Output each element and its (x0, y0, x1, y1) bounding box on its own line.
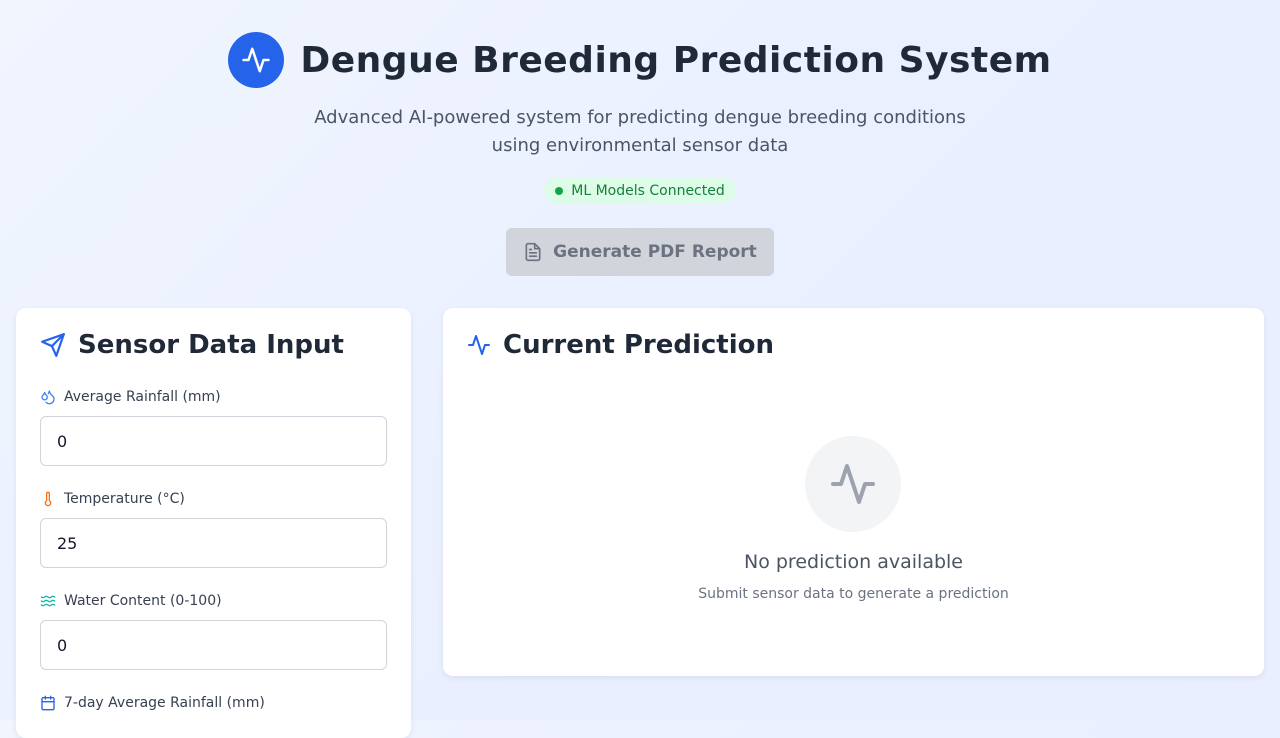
water-content-input[interactable] (40, 620, 387, 670)
prediction-card: Current Prediction No prediction availab… (443, 308, 1264, 676)
prediction-card-header: Current Prediction (467, 330, 774, 360)
subtitle-line-1: Advanced AI-powered system for predictin… (314, 107, 966, 128)
temperature-input[interactable] (40, 518, 387, 568)
generate-pdf-button[interactable]: Generate PDF Report (506, 228, 774, 276)
activity-placeholder-icon (831, 464, 875, 504)
title-row: Dengue Breeding Prediction System (0, 32, 1280, 88)
waves-icon (40, 595, 56, 607)
prediction-card-title: Current Prediction (503, 330, 775, 360)
temperature-label: Temperature (°C) (40, 491, 185, 507)
send-icon (41, 333, 65, 357)
status-label: ML Models Connected (571, 182, 725, 199)
water-content-label-text: Water Content (0-100) (64, 593, 222, 609)
status-dot-icon (555, 186, 564, 195)
generate-pdf-label: Generate PDF Report (553, 242, 757, 262)
page-header: Dengue Breeding Prediction System Advanc… (0, 0, 1280, 300)
thermometer-icon (44, 491, 52, 507)
subtitle-line-2: using environmental sensor data (491, 135, 789, 156)
calendar-icon (41, 695, 55, 711)
water-content-label: Water Content (0-100) (40, 593, 222, 609)
sensor-card-header: Sensor Data Input (40, 330, 344, 360)
droplets-icon (41, 390, 55, 405)
file-text-icon (525, 242, 541, 262)
status-badge: ML Models Connected (544, 177, 736, 204)
temperature-label-text: Temperature (°C) (64, 491, 185, 507)
empty-state-title: No prediction available (743, 551, 963, 573)
rainfall-label-text: Average Rainfall (mm) (64, 389, 221, 405)
activity-icon (468, 335, 490, 355)
avg-rainfall-7day-label: 7-day Average Rainfall (mm) (40, 695, 265, 711)
rainfall-label: Average Rainfall (mm) (40, 389, 221, 405)
activity-logo-icon (228, 32, 285, 88)
rainfall-input[interactable] (40, 416, 387, 466)
empty-state-subtitle: Submit sensor data to generate a predict… (698, 586, 1009, 602)
sensor-input-card: Sensor Data Input Average Rainfall (mm) … (16, 308, 411, 738)
sensor-card-title: Sensor Data Input (78, 330, 344, 360)
page-subtitle: Advanced AI-powered system for predictin… (0, 104, 1280, 160)
avg-rainfall-7day-label-text: 7-day Average Rainfall (mm) (64, 695, 265, 711)
empty-state-icon-wrapper (805, 436, 901, 532)
page-title: Dengue Breeding Prediction System (300, 39, 1052, 81)
